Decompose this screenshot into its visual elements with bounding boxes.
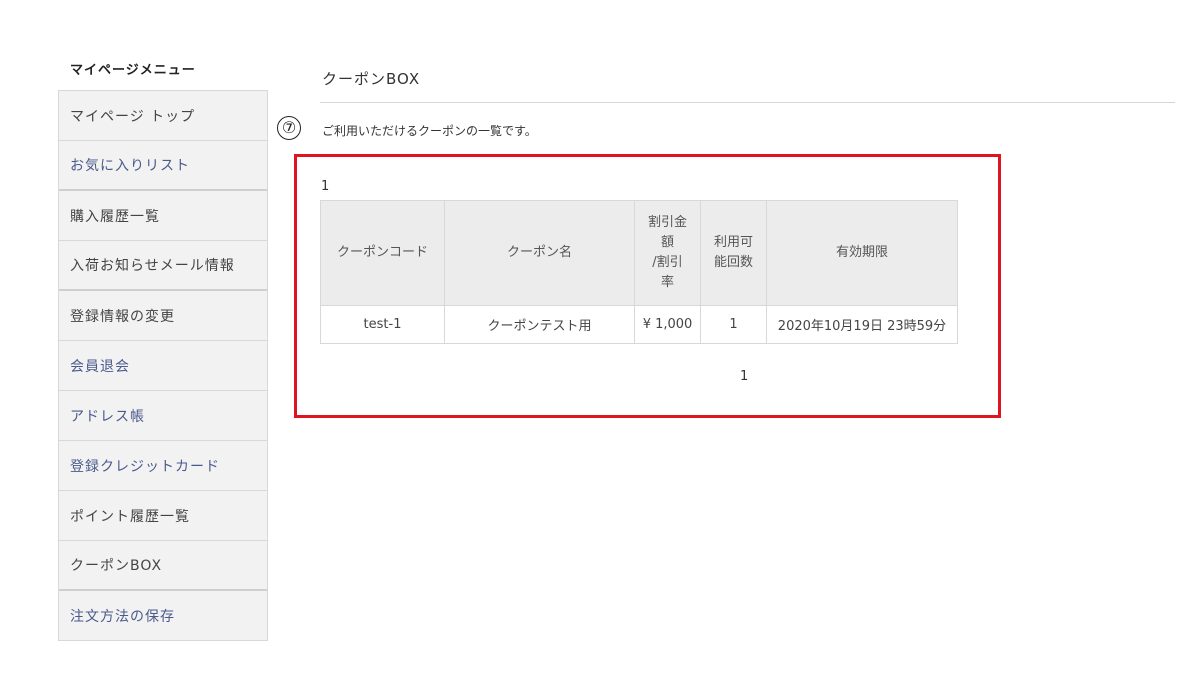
sidebar-item-restock-notifications[interactable]: 入荷お知らせメール情報 bbox=[59, 241, 267, 291]
sidebar-item-label: マイページ トップ bbox=[70, 108, 196, 125]
sidebar-item-mypage-top[interactable]: マイページ トップ bbox=[59, 91, 267, 141]
sidebar-item-point-history[interactable]: ポイント履歴一覧 bbox=[59, 491, 267, 541]
col-header-coupon-code: クーポンコード bbox=[320, 200, 445, 306]
sidebar-item-label: ポイント履歴一覧 bbox=[70, 508, 190, 525]
pagination-page-1[interactable]: 1 bbox=[740, 369, 748, 384]
sidebar-item-label: お気に入りリスト bbox=[70, 158, 190, 174]
col-header-coupon-name: クーポン名 bbox=[444, 200, 635, 306]
sidebar-item-edit-registration[interactable]: 登録情報の変更 bbox=[59, 291, 267, 341]
mypage-sidebar: マイページ トップ お気に入りリスト 購入履歴一覧 入荷お知らせメール情報 登録… bbox=[58, 90, 268, 641]
sidebar-item-credit-cards[interactable]: 登録クレジットカード bbox=[59, 441, 267, 491]
sidebar-item-label: 注文方法の保存 bbox=[70, 608, 175, 625]
sidebar-item-label: クーポンBOX bbox=[70, 558, 163, 574]
page-description: ご利用いただけるクーポンの一覧です。 bbox=[322, 124, 537, 138]
coupon-table: クーポンコード クーポン名 割引金 額 /割引 率 利用可 能回数 有効期限 t… bbox=[320, 200, 958, 344]
col-header-discount: 割引金 額 /割引 率 bbox=[634, 200, 701, 306]
cell-usable-count: 1 bbox=[700, 305, 767, 344]
title-divider bbox=[320, 102, 1175, 103]
sidebar-item-label: 購入履歴一覧 bbox=[70, 208, 160, 225]
sidebar-item-label: 会員退会 bbox=[70, 358, 130, 375]
sidebar-item-address-book[interactable]: アドレス帳 bbox=[59, 391, 267, 441]
table-header-row: クーポンコード クーポン名 割引金 額 /割引 率 利用可 能回数 有効期限 bbox=[320, 200, 958, 306]
sidebar-item-saved-order-methods[interactable]: 注文方法の保存 bbox=[59, 591, 267, 641]
col-header-usable-count: 利用可 能回数 bbox=[700, 200, 767, 306]
result-count: 1 bbox=[321, 179, 330, 194]
step-number-marker: ⑦ bbox=[277, 116, 301, 140]
sidebar-item-purchase-history[interactable]: 購入履歴一覧 bbox=[59, 191, 267, 241]
cell-expiry: 2020年10月19日 23時59分 bbox=[766, 305, 958, 344]
mypage-menu-heading: マイページメニュー bbox=[70, 63, 196, 78]
sidebar-item-label: 登録クレジットカード bbox=[70, 458, 220, 475]
sidebar-item-withdraw[interactable]: 会員退会 bbox=[59, 341, 267, 391]
sidebar-item-label: アドレス帳 bbox=[70, 408, 145, 425]
col-header-expiry: 有効期限 bbox=[766, 200, 958, 306]
cell-coupon-code: test-1 bbox=[320, 305, 445, 344]
sidebar-item-label: 登録情報の変更 bbox=[70, 308, 175, 325]
table-row: test-1 クーポンテスト用 ¥ 1,000 1 2020年10月19日 23… bbox=[320, 305, 958, 344]
sidebar-item-label: 入荷お知らせメール情報 bbox=[70, 258, 235, 274]
page-title: クーポンBOX bbox=[322, 70, 421, 88]
sidebar-item-favorites[interactable]: お気に入りリスト bbox=[59, 141, 267, 191]
cell-coupon-name: クーポンテスト用 bbox=[444, 305, 635, 344]
sidebar-item-coupon-box[interactable]: クーポンBOX bbox=[59, 541, 267, 591]
cell-discount: ¥ 1,000 bbox=[634, 305, 701, 344]
